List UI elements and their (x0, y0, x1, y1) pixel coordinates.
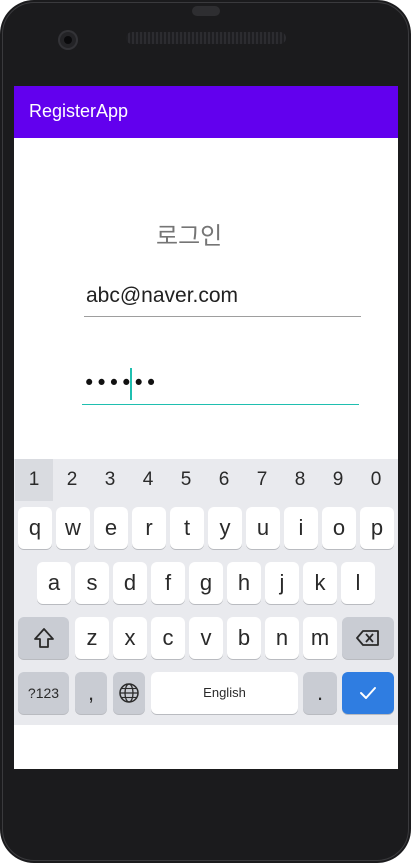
key-h[interactable]: h (227, 562, 261, 604)
key-7[interactable]: 7 (243, 462, 281, 498)
key-i[interactable]: i (284, 507, 318, 549)
key-s[interactable]: s (75, 562, 109, 604)
app-bar: RegisterApp (14, 86, 398, 138)
key-4[interactable]: 4 (129, 462, 167, 498)
key-d[interactable]: d (113, 562, 147, 604)
key-6[interactable]: 6 (205, 462, 243, 498)
key-z[interactable]: z (75, 617, 109, 659)
key-u[interactable]: u (246, 507, 280, 549)
shift-key[interactable] (18, 617, 69, 659)
key-y[interactable]: y (208, 507, 242, 549)
space-key[interactable]: English (151, 672, 298, 714)
key-e[interactable]: e (94, 507, 128, 549)
shift-icon (33, 628, 54, 648)
checkmark-icon (360, 687, 376, 699)
key-v[interactable]: v (189, 617, 223, 659)
app-screen: RegisterApp 로그인 abc@naver.com •••••• 1 2… (14, 86, 398, 769)
key-x[interactable]: x (113, 617, 147, 659)
key-q[interactable]: q (18, 507, 52, 549)
login-title: 로그인 (156, 222, 223, 250)
key-m[interactable]: m (303, 617, 337, 659)
speaker-grille (126, 32, 286, 44)
key-b[interactable]: b (227, 617, 261, 659)
key-k[interactable]: k (303, 562, 337, 604)
key-c[interactable]: c (151, 617, 185, 659)
symbols-key[interactable]: ?123 (18, 672, 69, 714)
globe-key[interactable] (113, 672, 145, 714)
backspace-icon (356, 630, 379, 646)
password-field[interactable]: •••••• (82, 368, 359, 405)
email-field[interactable]: abc@naver.com (84, 282, 361, 317)
key-1[interactable]: 1 (15, 459, 53, 501)
key-j[interactable]: j (265, 562, 299, 604)
key-2[interactable]: 2 (53, 462, 91, 498)
key-p[interactable]: p (360, 507, 394, 549)
front-camera-icon (58, 30, 78, 50)
password-value: •••••• (83, 371, 158, 395)
enter-key[interactable] (342, 672, 394, 714)
key-5[interactable]: 5 (167, 462, 205, 498)
key-g[interactable]: g (189, 562, 223, 604)
email-value: abc@naver.com (86, 284, 239, 307)
key-a[interactable]: a (37, 562, 71, 604)
soft-keyboard: 1 2 3 4 5 6 7 8 9 0 q w e r t y u i o p (14, 459, 398, 725)
globe-icon (119, 683, 139, 703)
top-slot (192, 6, 220, 16)
key-t[interactable]: t (170, 507, 204, 549)
key-f[interactable]: f (151, 562, 185, 604)
key-o[interactable]: o (322, 507, 356, 549)
key-3[interactable]: 3 (91, 462, 129, 498)
key-l[interactable]: l (341, 562, 375, 604)
key-9[interactable]: 9 (319, 462, 357, 498)
bottom-blank-area (14, 725, 398, 769)
comma-key[interactable]: , (75, 672, 107, 714)
text-cursor (130, 368, 132, 400)
app-title: RegisterApp (29, 101, 129, 121)
key-w[interactable]: w (56, 507, 90, 549)
phone-frame: RegisterApp 로그인 abc@naver.com •••••• 1 2… (0, 0, 411, 863)
key-n[interactable]: n (265, 617, 299, 659)
key-r[interactable]: r (132, 507, 166, 549)
number-row: 1 2 3 4 5 6 7 8 9 0 (14, 459, 398, 501)
period-key[interactable]: . (303, 672, 337, 714)
key-8[interactable]: 8 (281, 462, 319, 498)
backspace-key[interactable] (342, 617, 394, 659)
key-0[interactable]: 0 (357, 462, 395, 498)
